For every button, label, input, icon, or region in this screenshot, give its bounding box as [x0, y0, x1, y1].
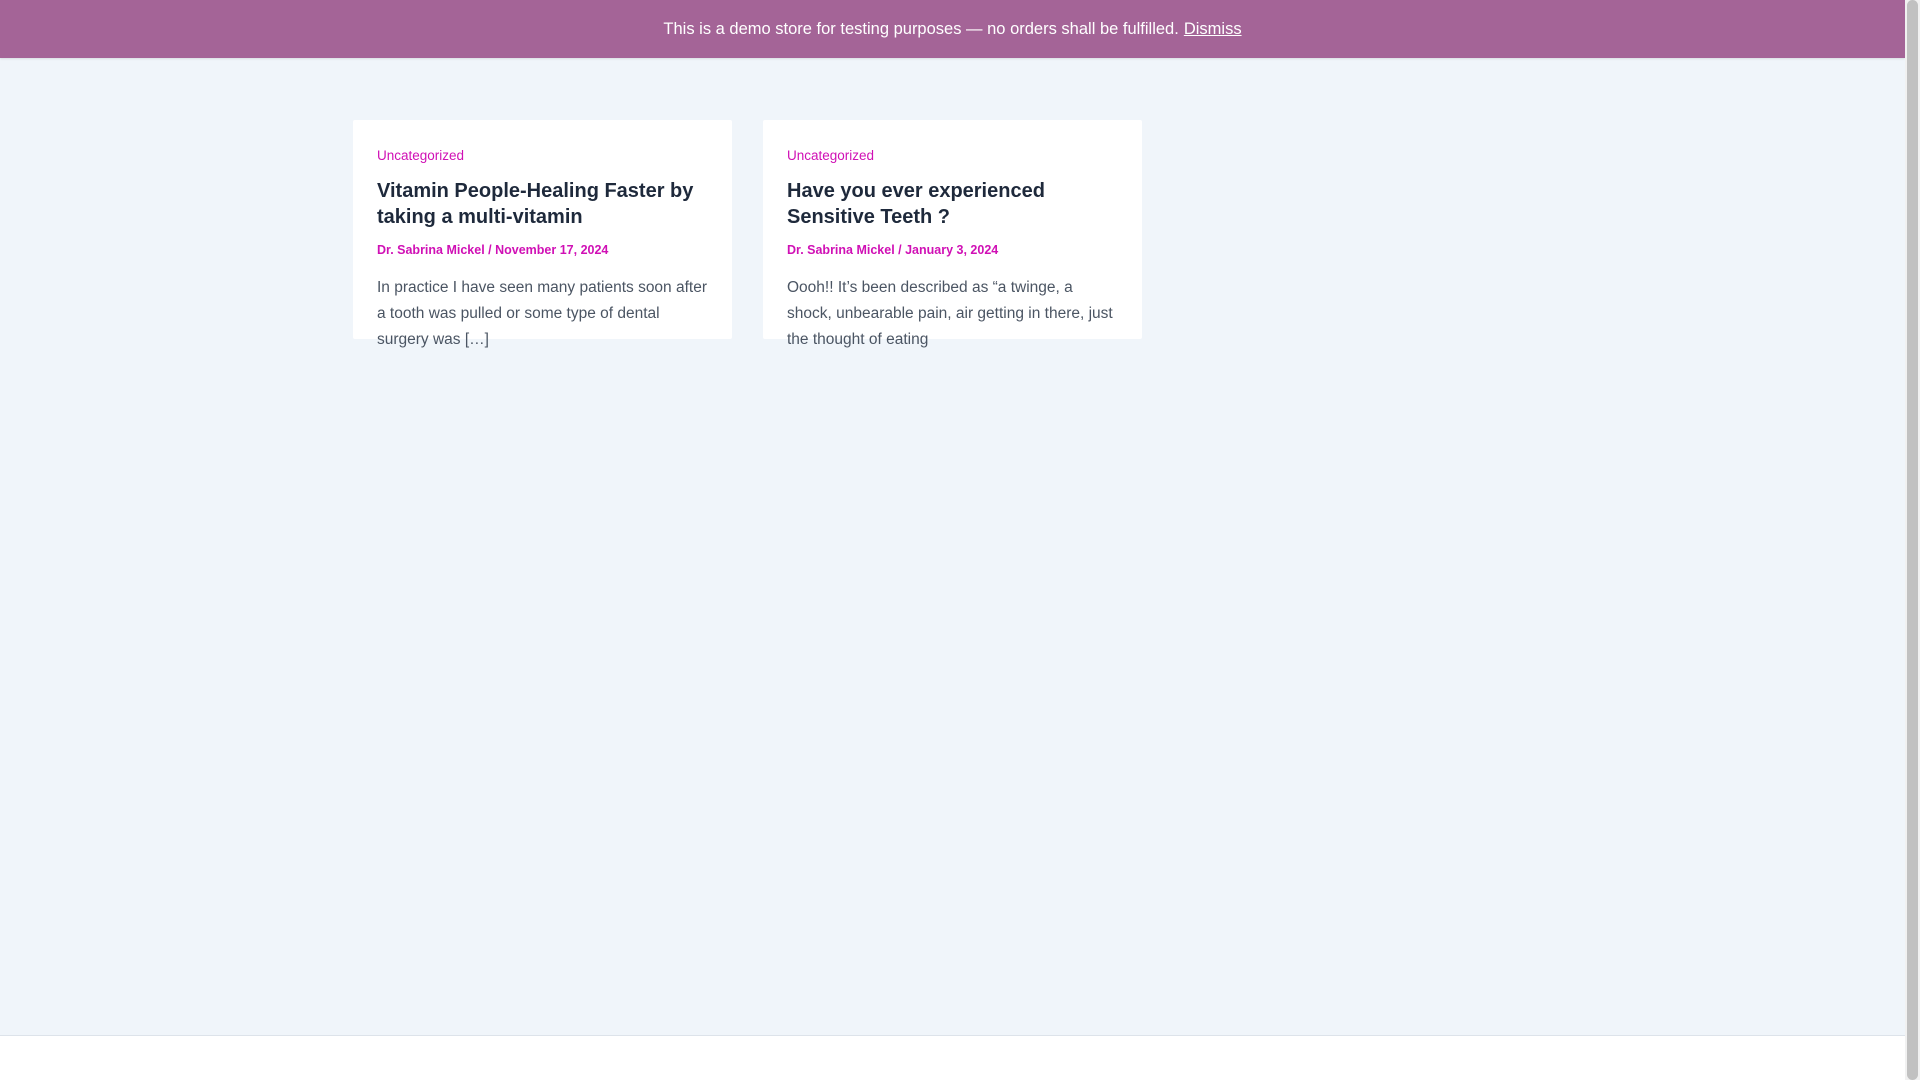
demo-store-notice: This is a demo store for testing purpose…	[0, 0, 1905, 58]
vertical-scrollbar[interactable]	[1905, 0, 1920, 1080]
post-category-link[interactable]: Uncategorized	[787, 148, 1118, 163]
meta-separator: /	[894, 243, 906, 257]
post-date-link[interactable]: November 17, 2024	[495, 243, 608, 257]
scrollbar-thumb[interactable]	[1907, 0, 1918, 1080]
post-category-link[interactable]: Uncategorized	[377, 148, 708, 163]
meta-separator: /	[484, 243, 496, 257]
post-title-link[interactable]: Vitamin People-Healing Faster by taking …	[377, 178, 708, 230]
post-card: Uncategorized Vitamin People-Healing Fas…	[353, 120, 732, 348]
dismiss-link[interactable]: Dismiss	[1184, 20, 1242, 39]
post-author-link[interactable]: Dr. Sabrina Mickel	[787, 243, 895, 257]
posts-grid: Uncategorized Vitamin People-Healing Fas…	[353, 120, 1142, 348]
post-excerpt: In practice I have seen many patients so…	[377, 279, 707, 348]
demo-notice-text: This is a demo store for testing purpose…	[663, 19, 1179, 38]
post-date-link[interactable]: January 3, 2024	[905, 243, 998, 257]
post-excerpt: Oooh!! It’s been described as “a twinge,…	[787, 279, 1113, 348]
page-viewport: This is a demo store for testing purpose…	[0, 0, 1905, 1080]
post-title-link[interactable]: Have you ever experienced Sensitive Teet…	[787, 178, 1118, 230]
post-meta: Dr. Sabrina Mickel / November 17, 2024	[377, 243, 708, 257]
post-card: Uncategorized Have you ever experienced …	[763, 120, 1142, 348]
site-footer	[0, 1035, 1905, 1080]
post-author-link[interactable]: Dr. Sabrina Mickel	[377, 243, 485, 257]
post-meta: Dr. Sabrina Mickel / January 3, 2024	[787, 243, 1118, 257]
